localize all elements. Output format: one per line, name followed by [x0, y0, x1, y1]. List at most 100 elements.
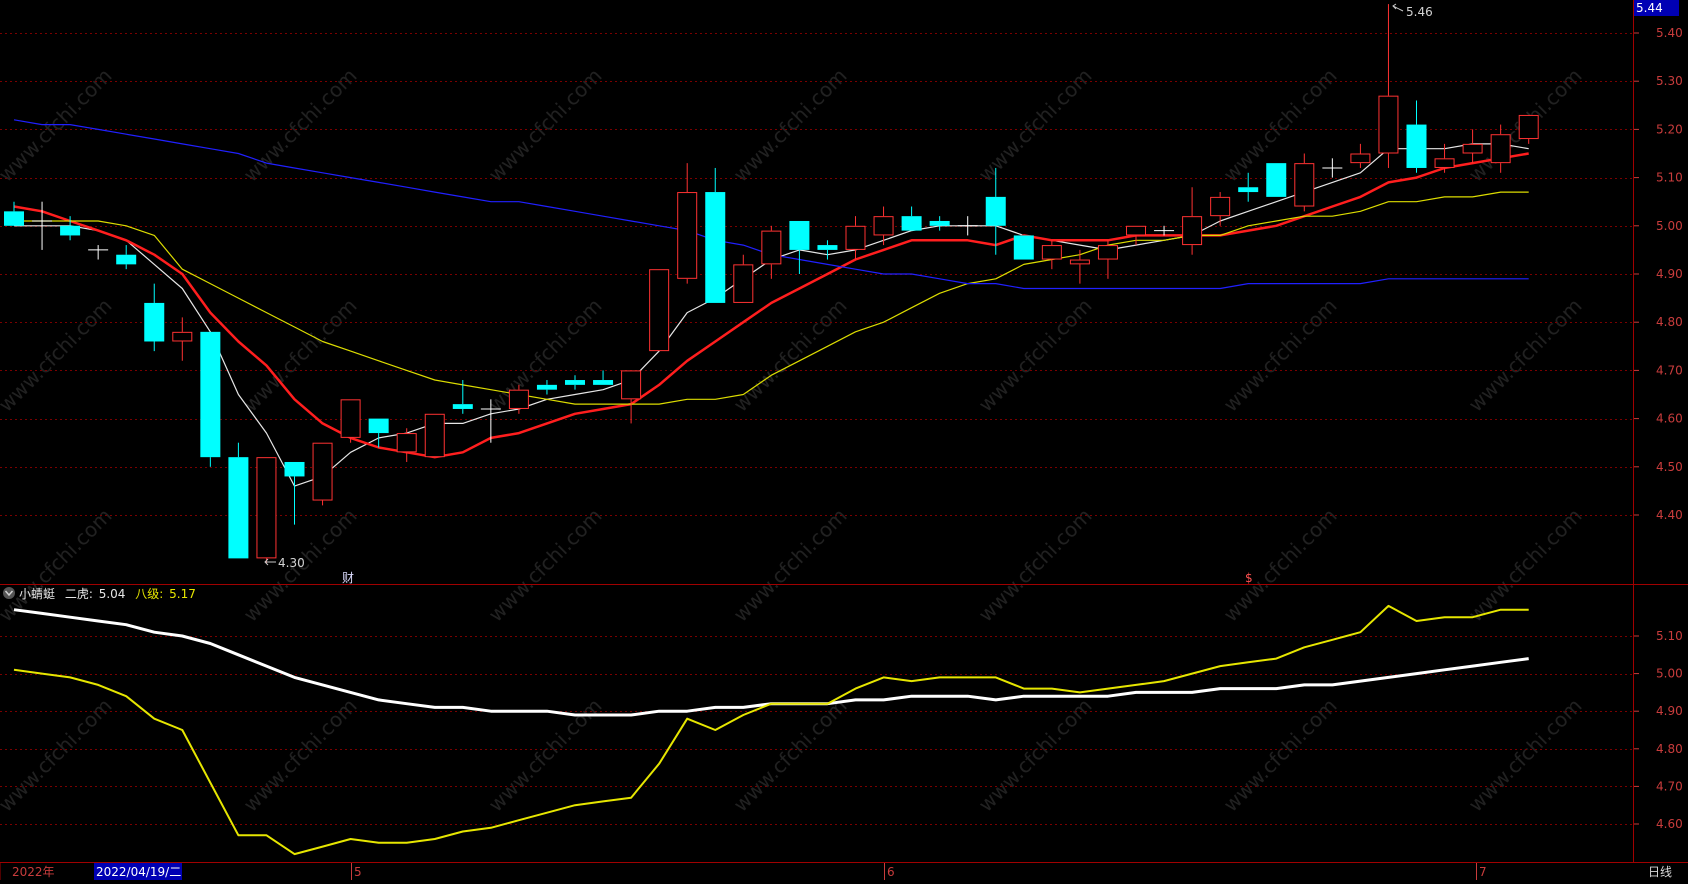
candle: [1013, 235, 1034, 260]
candle-body: [901, 216, 922, 231]
indicator-axis: 5.10 5.00 4.90 4.80 4.70 4.60: [1634, 629, 1683, 831]
selected-date-label: 2022/04/19/二: [96, 865, 181, 879]
candle: [845, 216, 866, 260]
candle: [536, 380, 557, 395]
candle-body: [649, 269, 670, 352]
price-tick-label: 4.80: [1656, 315, 1683, 329]
watermark-text: www.cfchi.com: [1219, 294, 1342, 417]
candle: [1406, 100, 1427, 173]
watermark-text: www.cfchi.com: [729, 64, 852, 187]
candle-body: [1097, 245, 1118, 260]
candle-body: [1013, 235, 1034, 260]
price-tick-label: 5.10: [1656, 171, 1683, 185]
watermark-text: www.cfchi.com: [1464, 694, 1587, 817]
watermark-text: www.cfchi.com: [239, 64, 362, 187]
price-tick-label: 5.40: [1656, 26, 1683, 40]
candle-body: [761, 230, 782, 265]
candle: [733, 254, 754, 303]
candle-body: [1462, 143, 1483, 154]
candle-body: [789, 220, 810, 250]
candle-body: [1406, 124, 1427, 168]
candle: [1294, 153, 1315, 212]
indicator-tick-label: 5.00: [1656, 667, 1683, 681]
candle: [340, 399, 361, 443]
candle-body: [677, 192, 698, 279]
candle: [593, 370, 614, 385]
watermark-text: www.cfchi.com: [974, 694, 1097, 817]
watermark-text: www.cfchi.com: [974, 294, 1097, 417]
month-label-may: 5: [354, 865, 362, 879]
candle-body: [1378, 95, 1399, 154]
candle-body: [1069, 259, 1090, 265]
year-label: 2022年: [12, 865, 55, 879]
candle: [621, 370, 642, 424]
candle-body: [396, 433, 417, 453]
candle-body: [60, 225, 81, 236]
candle-body: [817, 245, 838, 250]
candle: [172, 317, 193, 361]
candle: [957, 216, 978, 236]
candle-body: [4, 211, 24, 226]
candle-body: [116, 254, 137, 265]
price-axis: 5.40 5.30 5.20 5.10 5.00 4.90 4.80 4.70 4.60 4.50…: [1634, 26, 1683, 522]
candle-body: [873, 216, 894, 236]
candle-body: [733, 264, 754, 303]
low-price-label: 4.30: [278, 556, 305, 570]
candle-body: [1238, 187, 1259, 193]
candle-body: [1041, 245, 1062, 260]
panel-frame: [0, 0, 1688, 880]
finance-marker[interactable]: 财: [342, 571, 354, 585]
candle: [789, 220, 810, 274]
chart-canvas[interactable]: www.cfchi.com www.cfchi.com www.cfchi.com w…: [0, 0, 1688, 880]
month-label-jun: 6: [887, 865, 895, 879]
candle-body: [368, 418, 389, 434]
candle-body: [985, 196, 1006, 226]
candle: [1350, 143, 1371, 168]
watermark-text: www.cfchi.com: [729, 694, 852, 817]
candle-body: [1294, 163, 1315, 207]
candle: [88, 245, 109, 260]
watermark-text: www.cfchi.com: [974, 64, 1097, 187]
watermark-text: www.cfchi.com: [1464, 294, 1587, 417]
candle-body: [1518, 114, 1539, 140]
indicator-line2-value: 5.17: [169, 587, 196, 601]
price-tick-label: 4.70: [1656, 363, 1683, 377]
dollar-marker[interactable]: $: [1245, 571, 1253, 585]
indicator-tick-label: 4.80: [1656, 742, 1683, 756]
candle: [901, 206, 922, 231]
watermark-text: www.cfchi.com: [0, 694, 117, 817]
candle: [1069, 249, 1090, 284]
candle: [649, 269, 670, 352]
indicator-line1-value: 5.04: [99, 587, 126, 601]
price-tick-label: 4.40: [1656, 508, 1683, 522]
candle: [929, 216, 950, 231]
watermark-text: www.cfchi.com: [974, 504, 1097, 627]
candle: [1322, 158, 1343, 178]
indicator-name: 小蜻蜓: [19, 587, 55, 601]
candle: [1126, 225, 1146, 246]
watermark-text: www.cfchi.com: [484, 504, 607, 627]
candle-body: [1434, 158, 1455, 168]
candle-body: [621, 370, 642, 400]
candle: [312, 442, 333, 506]
candle-body: [1266, 163, 1287, 197]
candle-body: [705, 192, 726, 303]
indicator-tick-label: 5.10: [1656, 629, 1683, 643]
indicator-line1-label: 二虎:: [65, 587, 93, 601]
watermark-text: www.cfchi.com: [729, 294, 852, 417]
high-annotation: 5.46: [1392, 3, 1433, 19]
indicator-tick-label: 4.90: [1656, 704, 1683, 718]
watermark-text: www.cfchi.com: [484, 64, 607, 187]
candle: [565, 375, 585, 390]
current-price-label: 5.44: [1636, 1, 1663, 15]
watermark-text: www.cfchi.com: [239, 294, 362, 417]
candle: [705, 167, 726, 303]
candle: [1182, 187, 1203, 255]
collapse-icon[interactable]: [3, 587, 15, 599]
period-button[interactable]: 日线: [1648, 865, 1672, 879]
candle-body: [144, 302, 165, 342]
svg-text:小蜻蜓 二虎: 5.04: 小蜻蜓 二虎: 5.04 八级: 5.17: [19, 587, 196, 601]
candle-body: [845, 225, 866, 250]
candle: [452, 380, 473, 414]
candle-body: [172, 331, 193, 342]
